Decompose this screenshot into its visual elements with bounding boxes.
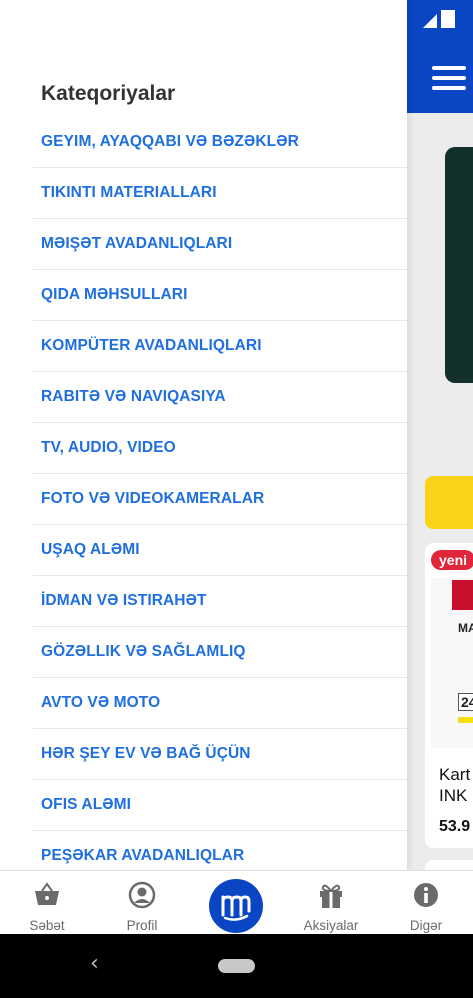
category-item[interactable]: RABITƏ VƏ NAVIQASIYA bbox=[33, 372, 407, 423]
category-item[interactable]: GÖZƏLLIK VƏ SAĞLAMLIQ bbox=[33, 627, 407, 678]
category-drawer: Kateqoriyalar GEYIM, AYAQQABI VƏ BƏZƏKLƏ… bbox=[0, 0, 407, 870]
product-box-number: 24 bbox=[458, 693, 473, 711]
brand-logo-icon bbox=[221, 895, 251, 921]
app-header bbox=[405, 0, 473, 113]
category-label: RABITƏ VƏ NAVIQASIYA bbox=[41, 388, 226, 405]
category-item[interactable]: KOMPÜTER AVADANLIQLARI bbox=[33, 321, 407, 372]
product-title[interactable]: Kart INK bbox=[439, 764, 473, 806]
category-item[interactable]: MƏIŞƏT AVADANLIQLARI bbox=[33, 219, 407, 270]
new-badge: yeni bbox=[431, 550, 473, 570]
category-label: MƏIŞƏT AVADANLIQLARI bbox=[41, 235, 233, 252]
category-label: OFIS ALƏMI bbox=[41, 796, 132, 813]
nav-profile-label: Profil bbox=[126, 918, 158, 933]
category-item[interactable]: PEŞƏKAR AVADANLIQLAR bbox=[33, 831, 407, 870]
category-label: UŞAQ ALƏMI bbox=[41, 541, 140, 558]
background-app: MA 24 yeni Kart INK 53.9 bbox=[405, 0, 473, 880]
category-label: TIKINTI MATERIALLARI bbox=[41, 184, 217, 201]
category-label: TV, AUDIO, VIDEO bbox=[41, 439, 176, 456]
product-price: 53.9 bbox=[439, 818, 471, 835]
nav-other-label: Digər bbox=[409, 918, 443, 933]
nav-promotions[interactable]: Aksiyalar bbox=[286, 871, 376, 935]
drawer-title: Kateqoriyalar bbox=[41, 82, 176, 105]
category-label: KOMPÜTER AVADANLIQLARI bbox=[41, 337, 262, 354]
category-item[interactable]: QIDA MƏHSULLARI bbox=[33, 270, 407, 321]
hamburger-menu-icon[interactable] bbox=[432, 66, 466, 96]
info-icon bbox=[414, 883, 438, 907]
category-item[interactable]: TV, AUDIO, VIDEO bbox=[33, 423, 407, 474]
category-label: QIDA MƏHSULLARI bbox=[41, 286, 188, 303]
category-label: İDMAN VƏ ISTIRAHƏT bbox=[41, 592, 207, 609]
category-item[interactable]: AVTO VƏ MOTO bbox=[33, 678, 407, 729]
category-label: HƏR ŞEY EV VƏ BAĞ ÜÇÜN bbox=[41, 745, 251, 762]
product-box-top bbox=[452, 580, 473, 610]
signal-icon bbox=[423, 10, 455, 28]
gift-icon bbox=[320, 884, 342, 908]
yellow-banner[interactable] bbox=[425, 476, 473, 529]
category-label: FOTO VƏ VIDEOKAMERALAR bbox=[41, 490, 265, 507]
system-navigation-bar: ‹ bbox=[0, 934, 473, 998]
category-item[interactable]: HƏR ŞEY EV VƏ BAĞ ÜÇÜN bbox=[33, 729, 407, 780]
category-item[interactable]: TIKINTI MATERIALLARI bbox=[33, 168, 407, 219]
category-label: AVTO VƏ MOTO bbox=[41, 694, 161, 711]
home-logo-button[interactable] bbox=[209, 879, 263, 933]
category-item[interactable]: UŞAQ ALƏMI bbox=[33, 525, 407, 576]
nav-cart-label: Səbət bbox=[29, 918, 65, 933]
category-label: GEYIM, AYAQQABI VƏ BƏZƏKLƏR bbox=[41, 133, 299, 150]
category-item[interactable]: İDMAN VƏ ISTIRAHƏT bbox=[33, 576, 407, 627]
product-box-text: MA bbox=[458, 621, 473, 635]
user-icon bbox=[128, 881, 156, 909]
back-icon[interactable]: ‹ bbox=[90, 951, 99, 976]
category-item[interactable]: FOTO VƏ VIDEOKAMERALAR bbox=[33, 474, 407, 525]
basket-icon bbox=[35, 882, 59, 905]
category-item[interactable]: GEYIM, AYAQQABI VƏ BƏZƏKLƏR bbox=[33, 117, 407, 168]
category-item[interactable]: OFIS ALƏMI bbox=[33, 780, 407, 831]
category-list: GEYIM, AYAQQABI VƏ BƏZƏKLƏR TIKINTI MATE… bbox=[0, 117, 407, 870]
home-pill-icon[interactable] bbox=[218, 959, 255, 973]
nav-other[interactable]: Digər bbox=[381, 871, 471, 935]
promo-banner[interactable] bbox=[445, 147, 473, 383]
category-label: PEŞƏKAR AVADANLIQLAR bbox=[41, 847, 245, 864]
nav-promotions-label: Aksiyalar bbox=[303, 918, 359, 933]
nav-profile[interactable]: Profil bbox=[97, 871, 187, 935]
product-box-strip bbox=[458, 717, 473, 723]
category-label: GÖZƏLLIK VƏ SAĞLAMLIQ bbox=[41, 643, 246, 660]
nav-cart[interactable]: Səbət bbox=[2, 871, 92, 935]
bottom-navigation: Səbət Profil Aksiyalar Digər bbox=[0, 870, 473, 935]
